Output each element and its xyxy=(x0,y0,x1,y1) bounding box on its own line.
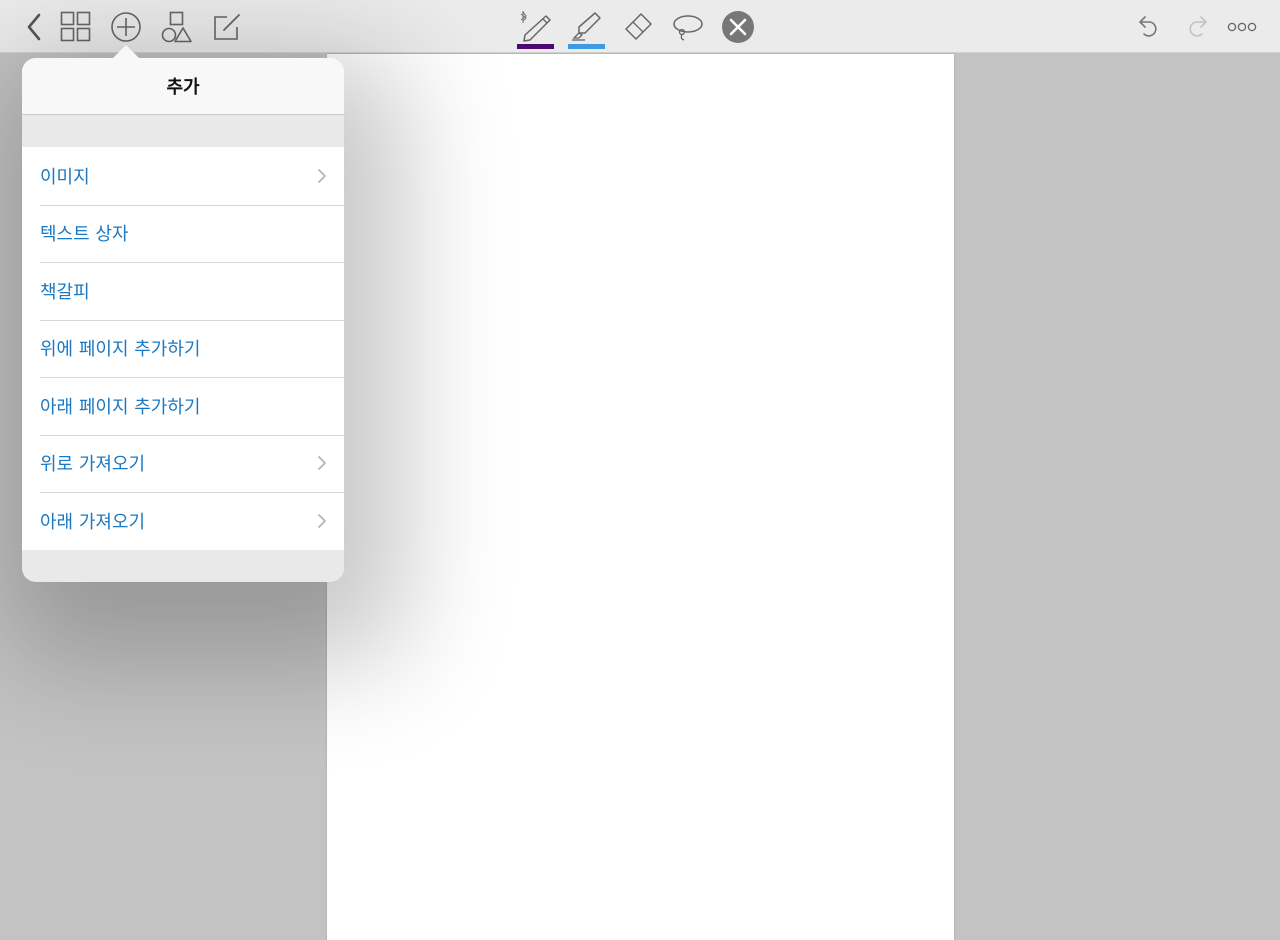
redo-icon xyxy=(1185,14,1211,40)
pages-grid-button[interactable] xyxy=(58,8,94,46)
pen-color-indicator xyxy=(517,44,554,49)
grid-icon xyxy=(60,11,92,43)
popover-title: 추가 xyxy=(166,77,200,98)
undo-button[interactable] xyxy=(1130,8,1166,46)
popover-arrow xyxy=(113,45,139,58)
edit-note-button[interactable] xyxy=(209,8,245,46)
add-circle-icon xyxy=(110,11,142,43)
add-button[interactable] xyxy=(108,8,144,46)
back-button[interactable] xyxy=(16,8,52,46)
menu-item-label: 텍스트 상자 xyxy=(40,224,129,246)
eraser-icon xyxy=(621,11,653,43)
menu-item-text-box[interactable]: 텍스트 상자 xyxy=(22,204,344,263)
menu-item-image[interactable]: 이미지 xyxy=(22,147,344,205)
menu-item-add-page-above[interactable]: 위에 페이지 추가하기 xyxy=(22,319,344,378)
menu-item-label: 책갈피 xyxy=(40,281,90,303)
add-menu-list: 이미지텍스트 상자책갈피위에 페이지 추가하기아래 페이지 추가하기위로 가져오… xyxy=(22,147,344,550)
bluetooth-pen-icon xyxy=(518,10,552,44)
more-options-button[interactable] xyxy=(1224,8,1260,46)
menu-item-import-below[interactable]: 아래 가져오기 xyxy=(22,492,344,550)
menu-item-label: 이미지 xyxy=(40,166,90,188)
shapes-button[interactable] xyxy=(159,8,195,46)
menu-item-import-above[interactable]: 위로 가져오기 xyxy=(22,434,344,493)
highlighter-color-indicator xyxy=(568,44,605,49)
popover-header: 추가 xyxy=(22,58,344,115)
chevron-right-icon xyxy=(318,168,326,183)
eraser-tool[interactable] xyxy=(619,8,655,46)
edit-note-icon xyxy=(212,12,242,42)
highlighter-tool[interactable] xyxy=(568,4,605,49)
redo-button[interactable] xyxy=(1180,8,1216,46)
close-pen-mode-button[interactable] xyxy=(720,8,756,46)
shapes-icon xyxy=(161,11,193,43)
chevron-right-icon xyxy=(318,513,326,528)
menu-item-add-page-below[interactable]: 아래 페이지 추가하기 xyxy=(22,377,344,435)
top-toolbar xyxy=(0,0,1280,53)
menu-item-label: 아래 페이지 추가하기 xyxy=(40,396,201,418)
menu-item-label: 위에 페이지 추가하기 xyxy=(40,339,201,361)
undo-icon xyxy=(1135,14,1161,40)
back-chevron-icon xyxy=(26,13,42,41)
note-page-canvas[interactable] xyxy=(327,54,954,940)
menu-item-label: 위로 가져오기 xyxy=(40,454,146,476)
highlighter-icon xyxy=(569,10,603,44)
more-icon xyxy=(1227,22,1257,32)
add-popover: 추가 이미지텍스트 상자책갈피위에 페이지 추가하기아래 페이지 추가하기위로 … xyxy=(22,58,344,582)
chevron-right-icon xyxy=(318,456,326,471)
lasso-tool[interactable] xyxy=(669,8,705,46)
pen-tool[interactable] xyxy=(517,4,554,49)
menu-item-bookmark[interactable]: 책갈피 xyxy=(22,262,344,320)
menu-item-label: 아래 가져오기 xyxy=(40,511,146,533)
lasso-icon xyxy=(670,12,704,42)
close-icon xyxy=(721,10,755,44)
